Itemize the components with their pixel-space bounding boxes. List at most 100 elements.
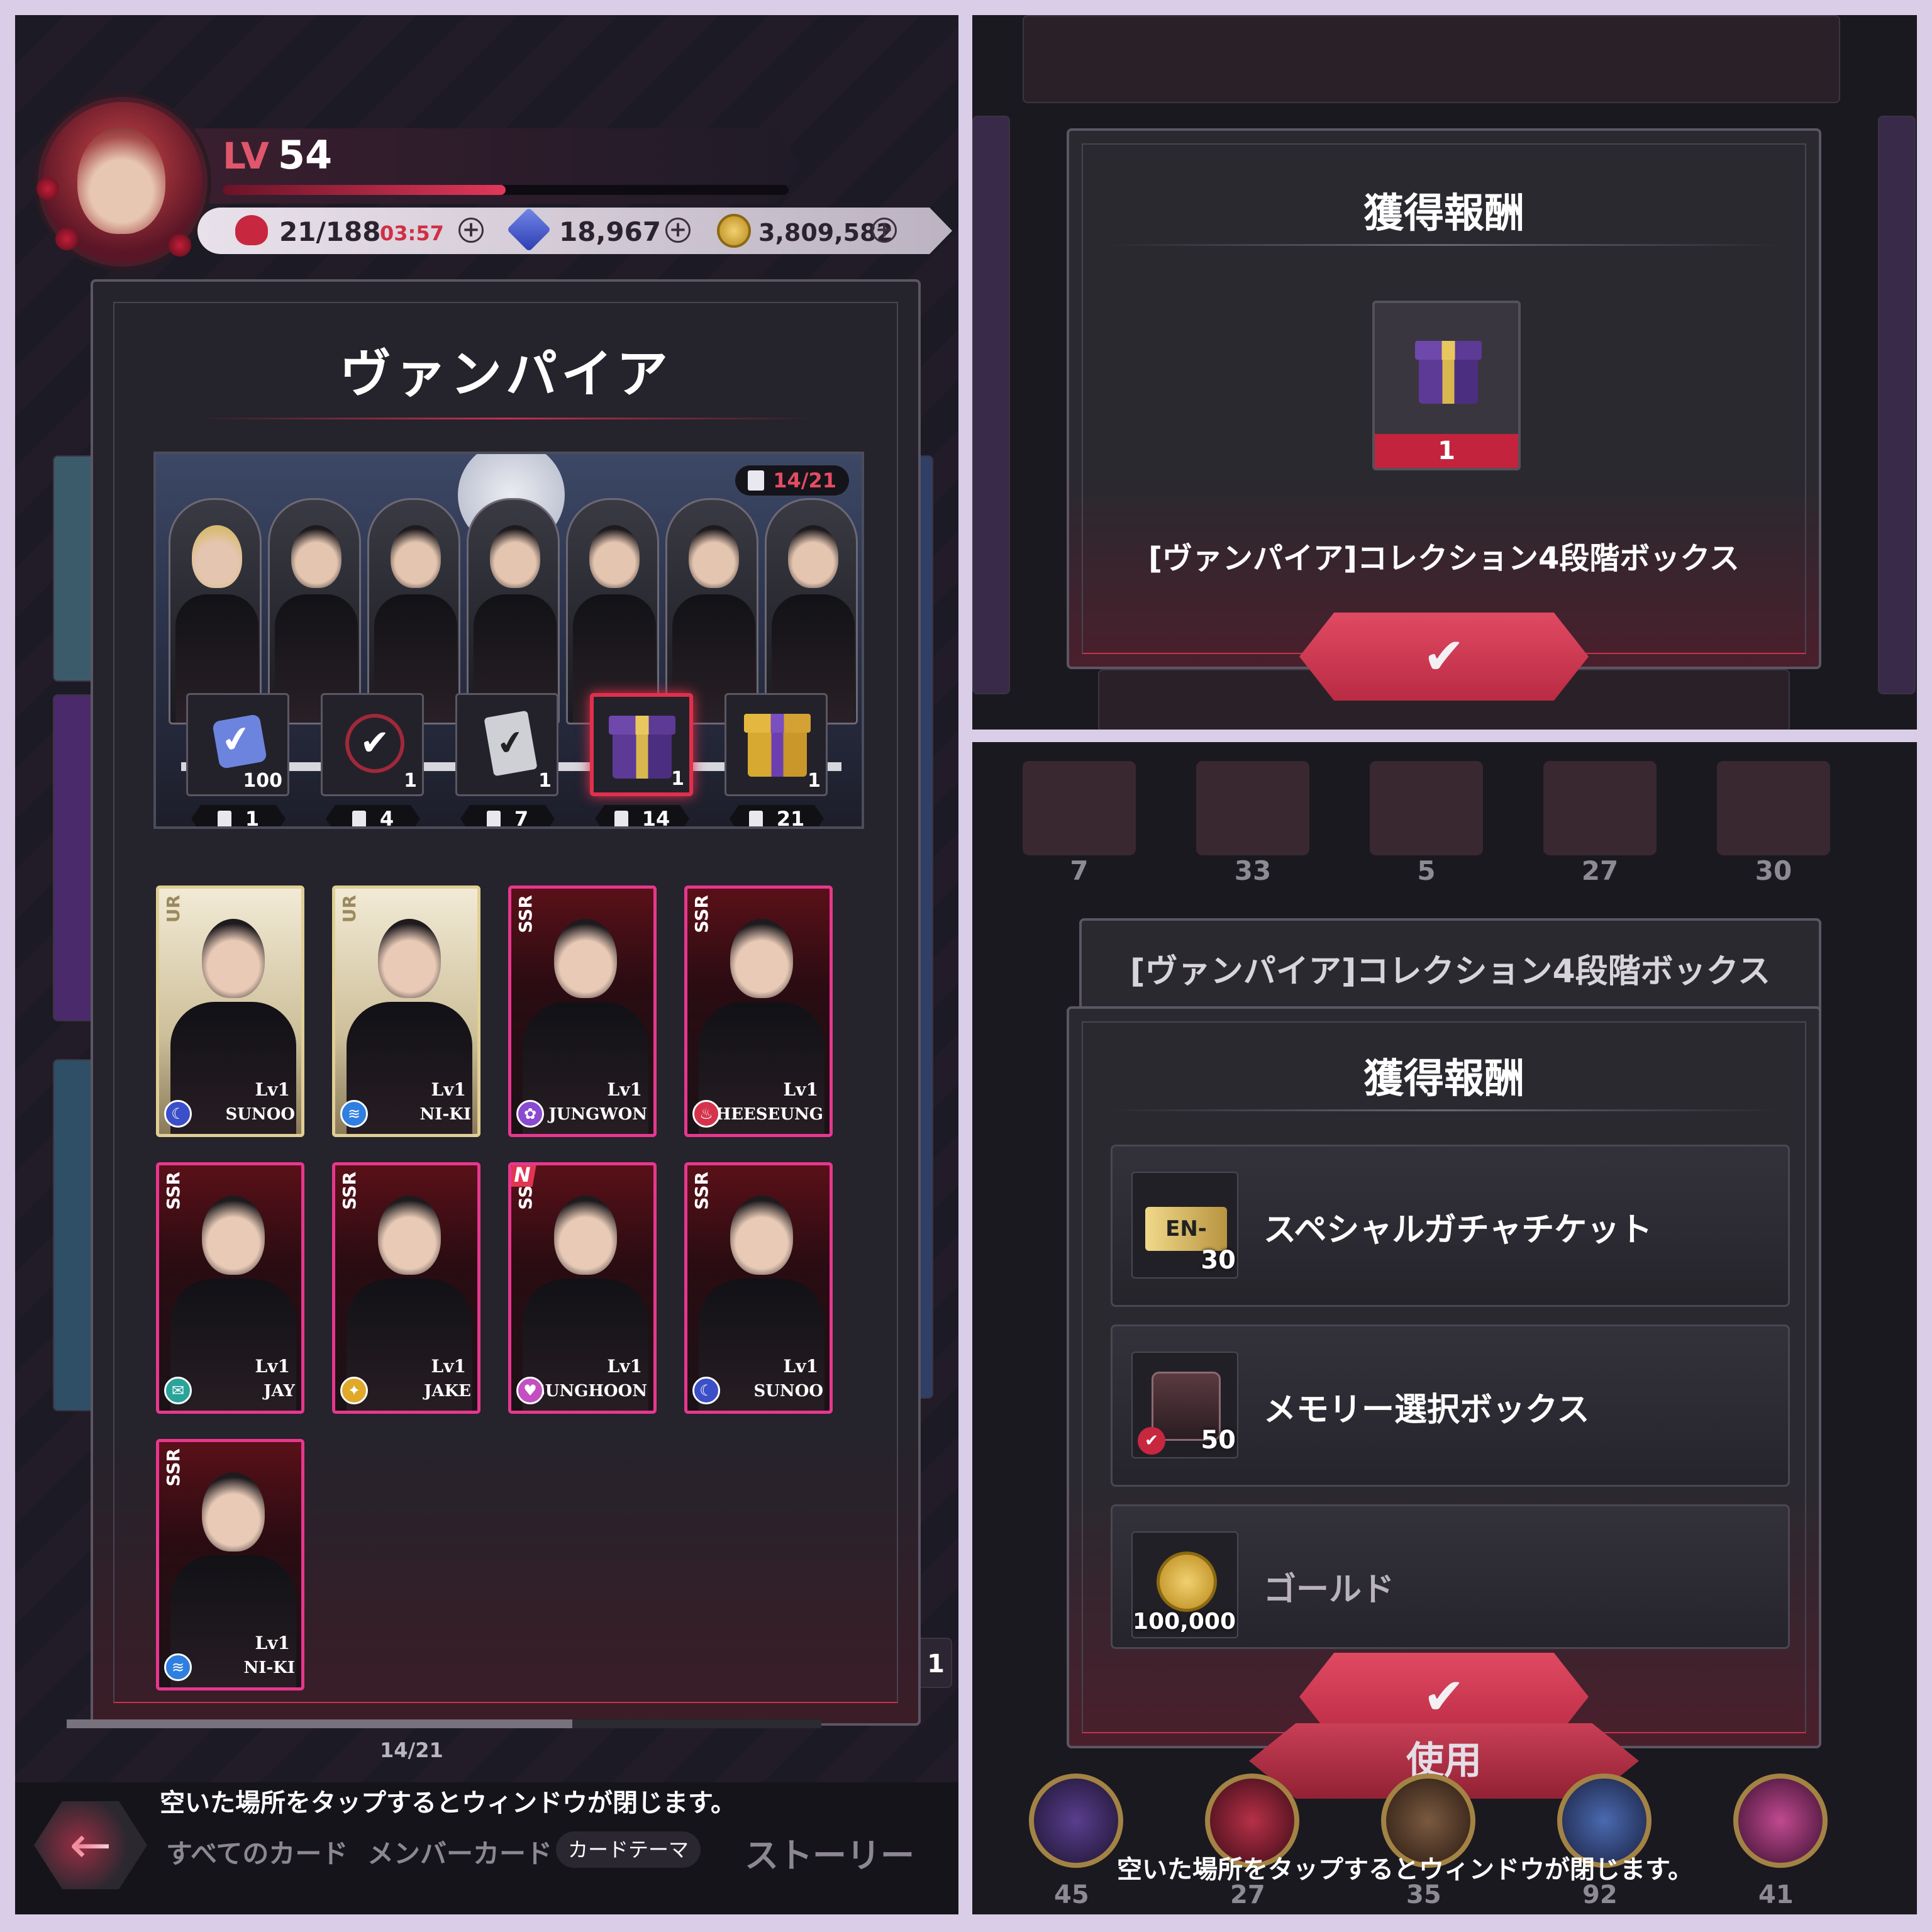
memory-box-icon: ✔ 50 [1131, 1352, 1238, 1458]
member-portrait [169, 498, 262, 724]
select-check-icon: ✔ [1138, 1427, 1165, 1455]
member-card[interactable]: SSR Lv1 NI-KI ≋ [156, 1439, 304, 1690]
reward-qty: 1 [671, 768, 684, 790]
confirm-button[interactable]: ✔ [1299, 613, 1589, 701]
card-member-name: JUNGWON [548, 1105, 647, 1124]
card-level: Lv1 [431, 1356, 466, 1377]
purple-gift-icon [609, 716, 675, 779]
milestone-reward-2[interactable]: ✔ 1 [321, 693, 424, 796]
close-hint: 空いた場所をタップするとウィンドウが閉じます。 [160, 1789, 736, 1818]
reward-dialog: 獲得報酬 1 [ヴァンパイア]コレクション4段階ボックス [1067, 128, 1821, 669]
requirement-value: 21 [776, 807, 805, 829]
reward-qty: 1 [538, 770, 552, 792]
stamina-timer: 03:57 [380, 221, 444, 245]
card-rarity: UR [163, 895, 184, 923]
requirement-value: 14 [641, 807, 670, 829]
member-card[interactable]: UR Lv1 NI-KI ≋ [332, 886, 480, 1137]
xp-fill [223, 185, 506, 195]
tab-story[interactable]: ストーリー [745, 1828, 914, 1877]
card-portrait [378, 1196, 441, 1275]
tab-member-cards[interactable]: メンバーカード [367, 1833, 552, 1871]
card-element-icon: ✉ [164, 1377, 192, 1404]
memory-tape-item[interactable]: 27 [1543, 761, 1657, 886]
memory-tape-item[interactable]: 33 [1196, 761, 1309, 886]
member-card[interactable]: SSR Lv1 HEESEUNG ♨ [684, 886, 833, 1137]
gold-gift-icon [744, 714, 811, 777]
add-gold-button[interactable]: + [872, 218, 897, 243]
memory-tape-item[interactable]: 7 [1023, 761, 1136, 886]
tab-all-cards[interactable]: すべてのカード [166, 1833, 348, 1871]
card-icon [748, 470, 765, 491]
bg-card-strip [1878, 116, 1916, 694]
requirement-value: 1 [245, 807, 260, 829]
member-portrait [665, 498, 758, 724]
reward-item-name: [ヴァンパイア]コレクション4段階ボックス [1148, 541, 1740, 576]
card-portrait [202, 1196, 265, 1275]
member-portrait [765, 498, 858, 724]
stamina-value: 21/188 [279, 216, 381, 247]
emblem-item[interactable] [1733, 1774, 1828, 1868]
card-check-icon: ✔ [484, 710, 538, 777]
member-card[interactable]: SSR Lv1 JAY ✉ [156, 1162, 304, 1414]
card-element-icon: ≋ [340, 1100, 368, 1128]
milestone-requirement: 4 [326, 805, 420, 829]
milestone-reward-5[interactable]: 1 [724, 693, 828, 796]
card-element-icon: ≋ [164, 1653, 192, 1681]
member-portrait [467, 498, 560, 724]
bg-card-strip [972, 116, 1010, 694]
level-value: 54 [277, 132, 333, 178]
reward-item-qty: 1 [1375, 434, 1518, 468]
tab-card-theme[interactable]: カードテーマ [556, 1831, 701, 1868]
card-level: Lv1 [255, 1079, 290, 1100]
requirement-value: 4 [379, 807, 394, 829]
rose-icon [169, 234, 191, 257]
card-member-name: JAKE [424, 1382, 471, 1401]
new-badge: N [511, 1165, 537, 1187]
card-rarity: SSR [163, 1172, 184, 1210]
memory-tape-item[interactable]: 5 [1370, 761, 1483, 886]
card-level: Lv1 [607, 1079, 642, 1100]
emblem-item[interactable] [1029, 1774, 1123, 1868]
member-portrait [566, 498, 659, 724]
ticket-label: EN- [1145, 1207, 1227, 1251]
collection-progress-label: 14/21 [380, 1738, 443, 1762]
member-card[interactable]: SSR Lv1 SUNOO ☾ [684, 1162, 833, 1414]
reward-qty: 50 [1201, 1426, 1236, 1455]
reward-qty: 100,000 [1133, 1609, 1236, 1635]
reward-item: 1 [1372, 301, 1521, 470]
member-card[interactable]: SSR N Lv1 SUNGHOON ♥ [508, 1162, 657, 1414]
milestone-reward-1[interactable]: 100 [186, 693, 289, 796]
card-element-icon: ✿ [516, 1100, 544, 1128]
card-rarity: SSR [691, 895, 712, 933]
title-divider [1107, 1109, 1781, 1111]
milestone-reward-3[interactable]: ✔ 1 [455, 693, 558, 796]
add-gems-button[interactable]: + [665, 218, 691, 243]
collection-progress-fill [67, 1719, 572, 1728]
tape-count: 5 [1417, 855, 1436, 886]
gem-value: 18,967 [559, 216, 662, 247]
memory-tape-item[interactable]: 30 [1717, 761, 1830, 886]
modal-title: ヴァンパイア [339, 345, 672, 404]
back-button[interactable]: ← [34, 1801, 147, 1889]
card-member-name: NI-KI [243, 1658, 295, 1677]
dialog-title: 獲得報酬 [1363, 191, 1524, 237]
card-element-icon: ♨ [692, 1100, 720, 1128]
profile-avatar[interactable] [36, 97, 208, 267]
card-rarity: SSR [339, 1172, 360, 1210]
tape-count: 30 [1755, 855, 1792, 886]
coin-shape [1157, 1552, 1217, 1612]
check-ticket-icon [211, 713, 268, 770]
milestone-requirement: 7 [460, 805, 555, 826]
member-card[interactable]: SSR Lv1 JAKE ✦ [332, 1162, 480, 1414]
member-card[interactable]: SSR Lv1 JUNGWON ✿ [508, 886, 657, 1137]
reward-qty: 1 [808, 770, 821, 792]
level-prefix: LV [223, 135, 269, 177]
add-stamina-button[interactable]: + [458, 218, 484, 243]
collection-screen: 1 LV 54 21/188 03:57 + 18,967 + 3,809,582… [15, 15, 958, 1914]
reward-row: ✔ 50 メモリー選択ボックス [1111, 1324, 1790, 1487]
member-card[interactable]: UR Lv1 SUNOO ☾ [156, 886, 304, 1137]
badge-check-icon: ✔ [345, 714, 404, 773]
card-icon [486, 811, 501, 826]
card-icon [352, 811, 366, 826]
milestone-reward-4[interactable]: 1 [590, 693, 693, 796]
